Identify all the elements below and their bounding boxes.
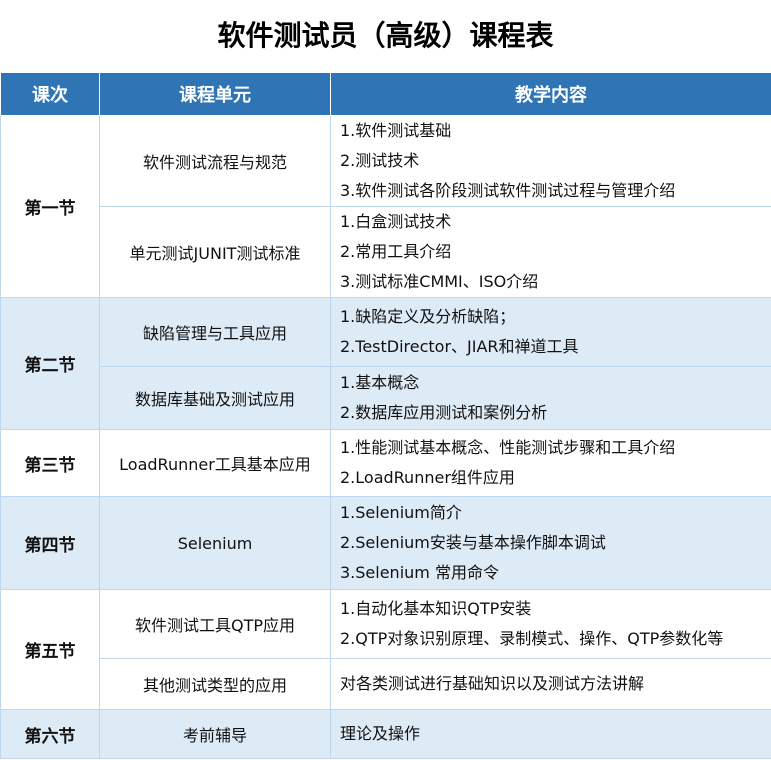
content-line: 3.测试标准CMMI、ISO介绍 bbox=[340, 272, 539, 291]
content-line: 2.QTP对象识别原理、录制模式、操作、QTP参数化等 bbox=[340, 629, 724, 648]
content-cell: 对各类测试进行基础知识以及测试方法讲解 bbox=[330, 658, 771, 710]
content-line: 对各类测试进行基础知识以及测试方法讲解 bbox=[340, 674, 645, 693]
unit-cell: 数据库基础及测试应用 bbox=[99, 366, 331, 430]
page-title: 软件测试员（高级）课程表 bbox=[217, 19, 554, 52]
content-cell: 1.Selenium简介 2.Selenium安装与基本操作脚本调试 3.Sel… bbox=[330, 496, 771, 590]
unit-cell: 软件测试流程与规范 bbox=[99, 115, 331, 207]
unit-cell: 缺陷管理与工具应用 bbox=[99, 297, 331, 367]
content-line: 2.测试技术 bbox=[340, 151, 420, 170]
table-row: 单元测试JUNIT测试标准 1.白盒测试技术 2.常用工具介绍 3.测试标准CM… bbox=[1, 206, 771, 298]
table-row: 第五节 软件测试工具QTP应用 1.自动化基本知识QTP安装 2.QTP对象识别… bbox=[0, 589, 771, 710]
table-row: 第六节 考前辅导 理论及操作 bbox=[0, 709, 771, 759]
schedule-sheet: 软件测试员（高级）课程表 课次 课程单元 教学内容 第一节 软件测试流程与规范 … bbox=[0, 0, 771, 760]
unit-cell: 软件测试工具QTP应用 bbox=[99, 589, 331, 659]
header-content: 教学内容 bbox=[330, 72, 771, 116]
lesson-cell: 第六节 bbox=[0, 709, 100, 759]
content-cell: 1.自动化基本知识QTP安装 2.QTP对象识别原理、录制模式、操作、QTP参数… bbox=[330, 589, 771, 659]
content-line: 理论及操作 bbox=[340, 724, 421, 743]
unit-cell: 考前辅导 bbox=[99, 709, 331, 759]
unit-cell: Selenium bbox=[99, 496, 331, 590]
content-line: 2.TestDirector、JIAR和禅道工具 bbox=[340, 337, 579, 356]
content-line: 2.LoadRunner组件应用 bbox=[340, 468, 515, 487]
content-line: 1.白盒测试技术 bbox=[340, 212, 452, 231]
content-cell: 1.基本概念 2.数据库应用测试和案例分析 bbox=[330, 366, 771, 430]
lesson-cell: 第三节 bbox=[0, 429, 100, 497]
table-row: 第四节 Selenium 1.Selenium简介 2.Selenium安装与基… bbox=[0, 496, 771, 590]
content-line: 3.Selenium 常用命令 bbox=[340, 563, 499, 582]
unit-cell: 单元测试JUNIT测试标准 bbox=[99, 206, 331, 298]
content-cell: 1.软件测试基础 2.测试技术 3.软件测试各阶段测试软件测试过程与管理介绍 bbox=[330, 115, 771, 207]
content-cell: 理论及操作 bbox=[330, 709, 771, 759]
content-line: 3.软件测试各阶段测试软件测试过程与管理介绍 bbox=[340, 181, 676, 200]
header-row: 课次 课程单元 教学内容 bbox=[0, 72, 771, 116]
content-cell: 1.缺陷定义及分析缺陷； 2.TestDirector、JIAR和禅道工具 bbox=[330, 297, 771, 367]
content-cell: 1.性能测试基本概念、性能测试步骤和工具介绍 2.LoadRunner组件应用 bbox=[330, 429, 771, 497]
lesson-cell: 第二节 bbox=[0, 297, 100, 430]
unit-cell: 其他测试类型的应用 bbox=[99, 658, 331, 710]
content-line: 1.Selenium简介 bbox=[340, 503, 462, 522]
table-row: 第三节 LoadRunner工具基本应用 1.性能测试基本概念、性能测试步骤和工… bbox=[0, 429, 771, 497]
schedule-table: 课次 课程单元 教学内容 第一节 软件测试流程与规范 1.软件测试基础 2.测试… bbox=[0, 72, 771, 759]
header-unit: 课程单元 bbox=[99, 72, 331, 116]
table-row: 数据库基础及测试应用 1.基本概念 2.数据库应用测试和案例分析 bbox=[1, 366, 771, 430]
content-line: 1.基本概念 bbox=[340, 373, 420, 392]
lesson-cell: 第一节 bbox=[0, 115, 100, 298]
header-lesson: 课次 bbox=[0, 72, 100, 116]
content-line: 2.Selenium安装与基本操作脚本调试 bbox=[340, 533, 606, 552]
content-line: 2.常用工具介绍 bbox=[340, 242, 452, 261]
content-line: 1.缺陷定义及分析缺陷； bbox=[340, 307, 516, 326]
lesson-cell: 第四节 bbox=[0, 496, 100, 590]
lesson-cell: 第五节 bbox=[0, 589, 100, 710]
table-row: 第一节 软件测试流程与规范 1.软件测试基础 2.测试技术 3.软件测试各阶段测… bbox=[0, 115, 771, 298]
content-line: 1.软件测试基础 bbox=[340, 121, 452, 140]
content-line: 1.自动化基本知识QTP安装 bbox=[340, 599, 532, 618]
content-line: 1.性能测试基本概念、性能测试步骤和工具介绍 bbox=[340, 438, 676, 457]
table-row: 其他测试类型的应用 对各类测试进行基础知识以及测试方法讲解 bbox=[1, 658, 771, 710]
content-cell: 1.白盒测试技术 2.常用工具介绍 3.测试标准CMMI、ISO介绍 bbox=[330, 206, 771, 298]
table-row: 第二节 缺陷管理与工具应用 1.缺陷定义及分析缺陷； 2.TestDirecto… bbox=[0, 297, 771, 430]
unit-cell: LoadRunner工具基本应用 bbox=[99, 429, 331, 497]
content-line: 2.数据库应用测试和案例分析 bbox=[340, 403, 548, 422]
